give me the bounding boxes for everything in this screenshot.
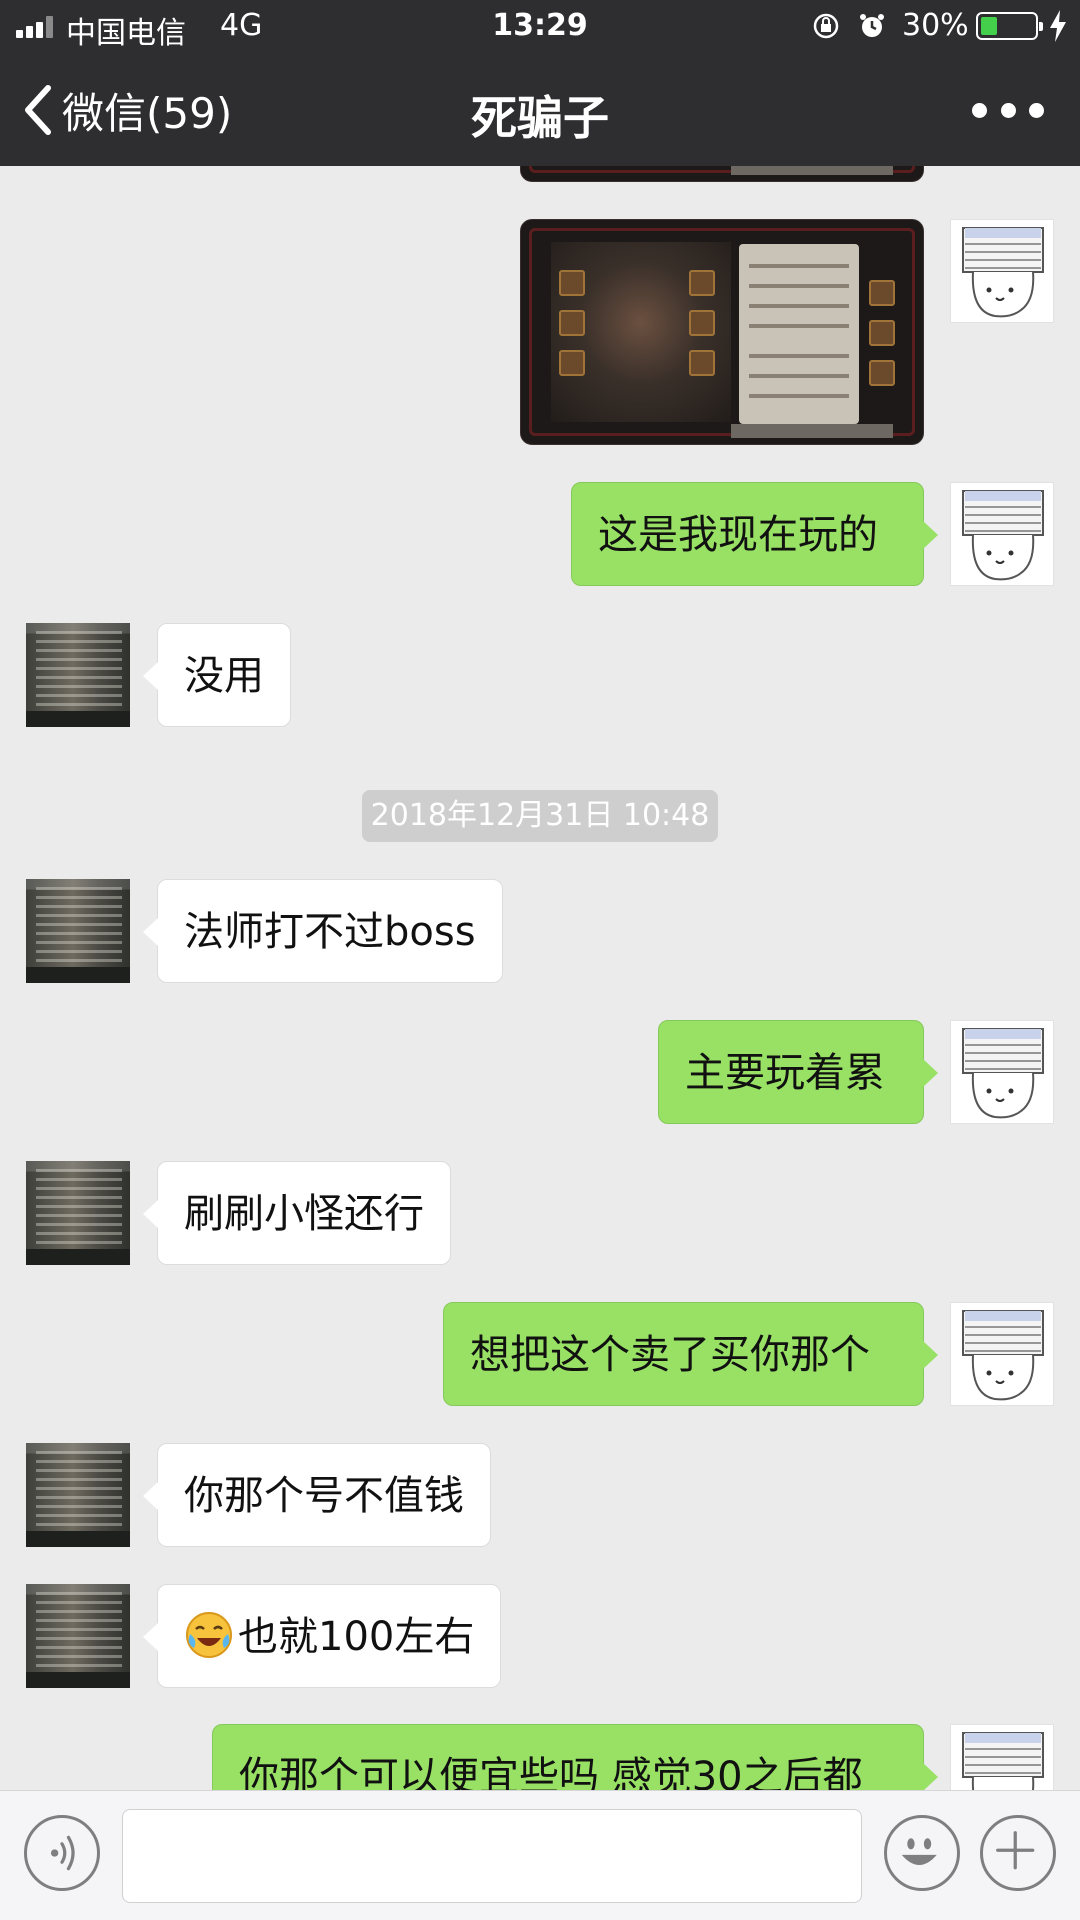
image-message[interactable] (520, 166, 924, 182)
my-avatar[interactable] (950, 1302, 1054, 1406)
my-avatar[interactable] (950, 219, 1054, 323)
charging-bolt-icon (1050, 10, 1066, 42)
my-message-bubble[interactable]: 主要玩着累 (658, 1020, 938, 1124)
chat-area[interactable]: 这是我现在玩的 没用 2018年12月31日 10:48 法师打不过boss 主… (0, 166, 1080, 1790)
plus-icon (996, 1831, 1035, 1870)
back-label: 微信(59) (62, 88, 233, 138)
input-bar (0, 1790, 1080, 1920)
image-message[interactable] (520, 219, 924, 445)
contact-avatar[interactable] (26, 623, 130, 727)
more-actions-button[interactable] (980, 1815, 1056, 1891)
message-text: 也就100左右 (238, 1614, 475, 1660)
my-avatar[interactable] (950, 1724, 1054, 1790)
my-message-bubble[interactable]: 想把这个卖了买你那个 (443, 1302, 938, 1406)
status-bar: 中国电信 4G 13:29 30% (0, 0, 1080, 54)
my-avatar[interactable] (950, 1020, 1054, 1124)
their-message-bubble[interactable]: 也就100左右 (142, 1584, 502, 1688)
emoji-icon (901, 1838, 937, 1865)
emoji-button[interactable] (884, 1815, 960, 1891)
my-avatar[interactable] (950, 482, 1054, 586)
battery-icon (976, 12, 1043, 40)
more-button[interactable] (972, 94, 1044, 126)
more-dots-icon (972, 102, 987, 118)
avatar-image (962, 1028, 1044, 1119)
chevron-left-icon (25, 85, 51, 135)
avatar-image (962, 1732, 1044, 1790)
their-message-bubble[interactable]: 没用 (143, 623, 291, 727)
their-message-bubble[interactable]: 你那个号不值钱 (143, 1443, 491, 1547)
contact-avatar[interactable] (26, 1443, 130, 1547)
my-message-bubble[interactable]: 这是我现在玩的 (571, 482, 938, 586)
contact-avatar[interactable] (26, 1161, 130, 1265)
avatar-image (962, 227, 1044, 318)
battery-percent: 30% (902, 8, 969, 43)
contact-avatar[interactable] (26, 879, 130, 983)
their-message-bubble[interactable]: 法师打不过boss (143, 879, 503, 983)
avatar-image (962, 490, 1044, 581)
contact-avatar[interactable] (26, 1584, 130, 1688)
alarm-icon (860, 14, 884, 37)
avatar-image (962, 1310, 1044, 1401)
back-button[interactable]: 微信(59) (22, 80, 232, 140)
voice-icon (50, 1835, 75, 1871)
message-input[interactable] (122, 1809, 862, 1903)
crying-laughing-emoji-icon (186, 1612, 232, 1658)
rotation-lock-icon (813, 13, 839, 39)
voice-button[interactable] (24, 1815, 100, 1891)
top-bar: 中国电信 4G 13:29 30% 微信(59) 死骗子 (0, 0, 1080, 166)
their-message-bubble[interactable]: 刷刷小怪还行 (143, 1161, 451, 1265)
message-timestamp: 2018年12月31日 10:48 (362, 790, 718, 842)
my-message-bubble[interactable]: 你那个可以便宜些吗 感觉30之后都 (212, 1724, 938, 1790)
navigation-bar: 微信(59) 死骗子 (0, 54, 1080, 166)
